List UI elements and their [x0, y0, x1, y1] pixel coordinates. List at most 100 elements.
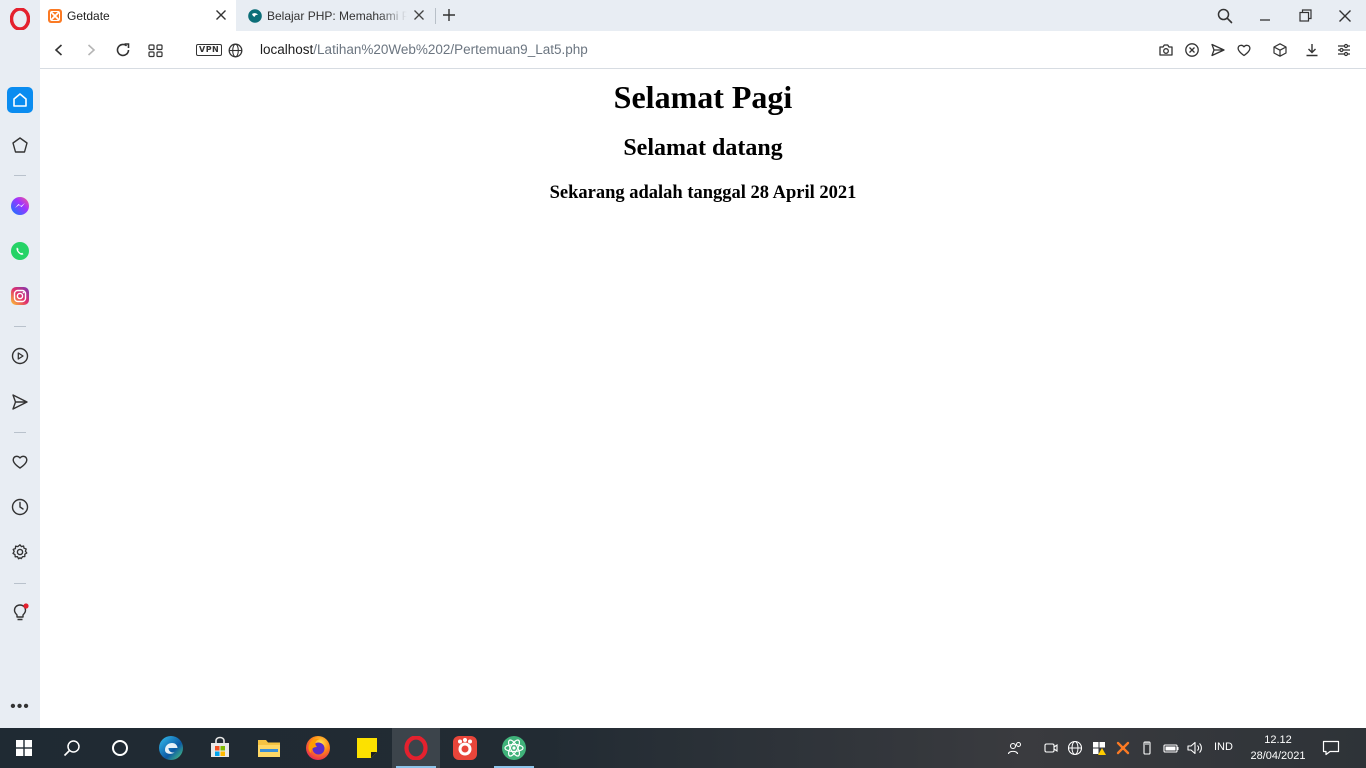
send-icon	[1211, 43, 1225, 57]
network-globe-tray-icon[interactable]	[1066, 739, 1084, 757]
sidebar-bookmarks-button[interactable]	[7, 449, 33, 475]
chevron-right-icon	[87, 44, 96, 56]
taskbar-atom[interactable]	[490, 728, 538, 768]
usb-device-tray-icon[interactable]	[1138, 739, 1156, 757]
input-language-indicator[interactable]: IND	[1214, 741, 1233, 753]
heart-icon	[1237, 44, 1251, 57]
tab-title: Getdate	[67, 8, 110, 23]
taskbar-opera[interactable]	[392, 728, 440, 768]
taskbar-store[interactable]	[196, 728, 244, 768]
lightbulb-icon	[13, 603, 29, 621]
welcome-heading: Selamat datang	[623, 135, 783, 161]
url-host: localhost	[260, 42, 314, 57]
close-window-button[interactable]	[1325, 0, 1365, 31]
chevron-left-icon	[54, 44, 63, 56]
easy-setup-button[interactable]	[1335, 41, 1353, 59]
tab-search-button[interactable]	[1205, 0, 1245, 31]
restore-button[interactable]	[1285, 0, 1325, 31]
sidebar-whatsapp-button[interactable]	[7, 238, 33, 264]
vpn-badge[interactable]: VPN	[196, 44, 223, 56]
sidebar-history-button[interactable]	[7, 494, 33, 520]
site-icon	[248, 8, 262, 23]
taskbar-red-app[interactable]	[441, 728, 489, 768]
taskbar-sticky-notes[interactable]	[343, 728, 391, 768]
battery-tray-icon[interactable]	[1162, 739, 1180, 757]
downloads-button[interactable]	[1303, 41, 1321, 59]
reload-button[interactable]	[114, 41, 132, 59]
sidebar-tips-button[interactable]	[7, 600, 33, 626]
site-info-button[interactable]	[226, 41, 244, 59]
search-icon	[63, 740, 80, 757]
sidebar-home-button[interactable]	[7, 87, 33, 113]
sidebar-more-button[interactable]: •••	[8, 698, 32, 716]
app-red-icon	[453, 736, 477, 760]
gear-icon	[12, 544, 28, 560]
taskbar-firefox[interactable]	[294, 728, 342, 768]
close-tab-icon[interactable]	[412, 8, 426, 22]
extensions-button[interactable]	[1271, 41, 1289, 59]
sticky-notes-icon	[357, 738, 377, 758]
sidebar-separator	[14, 583, 26, 584]
send-to-flow-button[interactable]	[1209, 41, 1227, 59]
tab-strip: Getdate Belajar PHP: Memahami Pr	[40, 0, 1366, 31]
taskbar-search-button[interactable]	[48, 728, 96, 768]
reload-icon	[116, 43, 130, 57]
url-field[interactable]: localhost/Latihan%20Web%202/Pertemuan9_L…	[260, 42, 588, 57]
camera-icon	[1159, 44, 1173, 56]
instagram-icon	[11, 287, 29, 305]
screen: ••• Getdate Belajar PHP: Memahami Pr VPN…	[0, 0, 1366, 768]
security-warning-tray-icon[interactable]	[1090, 739, 1108, 757]
tab-divider	[435, 8, 436, 24]
xampp-tray-icon[interactable]	[1114, 739, 1132, 757]
heart-icon	[12, 455, 28, 469]
snapshot-button[interactable]	[1157, 41, 1175, 59]
taskbar-edge[interactable]	[147, 728, 195, 768]
people-tray-icon[interactable]	[1006, 739, 1024, 757]
cortana-button[interactable]	[96, 728, 144, 768]
download-icon	[1306, 44, 1318, 57]
start-button[interactable]	[0, 728, 48, 768]
action-center-button[interactable]	[1320, 738, 1342, 758]
opera-logo-icon	[10, 8, 30, 30]
sidebar-messenger-button[interactable]	[7, 193, 33, 219]
settings-sliders-icon	[1338, 43, 1350, 57]
minimize-icon	[1260, 18, 1270, 21]
folder-icon	[258, 740, 280, 757]
sidebar-separator	[14, 432, 26, 433]
back-button[interactable]	[50, 41, 68, 59]
close-tab-icon[interactable]	[214, 8, 228, 22]
cube-icon	[1273, 43, 1287, 57]
windows-logo-icon	[16, 740, 32, 756]
opera-menu-button[interactable]	[9, 8, 31, 30]
new-tab-button[interactable]	[440, 6, 458, 24]
minimize-button[interactable]	[1245, 0, 1285, 31]
sidebar-settings-button[interactable]	[7, 539, 33, 565]
forward-button[interactable]	[82, 41, 100, 59]
tab-title: Belajar PHP: Memahami Pr	[267, 8, 407, 23]
tab-belajar-php[interactable]: Belajar PHP: Memahami Pr	[240, 0, 434, 31]
sidebar-flow-button[interactable]	[7, 389, 33, 415]
taskbar-file-explorer[interactable]	[245, 728, 293, 768]
tab-getdate[interactable]: Getdate	[40, 0, 236, 31]
flow-icon	[12, 394, 28, 410]
player-icon	[11, 347, 29, 365]
plus-icon	[443, 9, 455, 21]
globe-icon	[228, 43, 242, 57]
sidebar-speed-dial-button[interactable]	[7, 132, 33, 158]
ad-block-icon	[1185, 43, 1199, 57]
firefox-icon	[306, 736, 330, 760]
ad-blocker-button[interactable]	[1183, 41, 1201, 59]
search-icon	[1217, 8, 1233, 23]
sidebar-instagram-button[interactable]	[7, 283, 33, 309]
volume-tray-icon[interactable]	[1186, 739, 1204, 757]
speed-dial-icon	[12, 137, 28, 153]
meet-now-tray-icon[interactable]	[1042, 739, 1060, 757]
clock-date: 28/04/2021	[1250, 750, 1306, 762]
bookmark-page-button[interactable]	[1235, 41, 1253, 59]
edge-icon	[159, 736, 183, 760]
tabs-overview-button[interactable]	[146, 41, 164, 59]
sidebar-player-button[interactable]	[7, 343, 33, 369]
home-icon	[13, 93, 27, 107]
taskbar-clock[interactable]: 12.12 28/04/2021	[1244, 732, 1312, 764]
atom-icon	[502, 736, 526, 760]
